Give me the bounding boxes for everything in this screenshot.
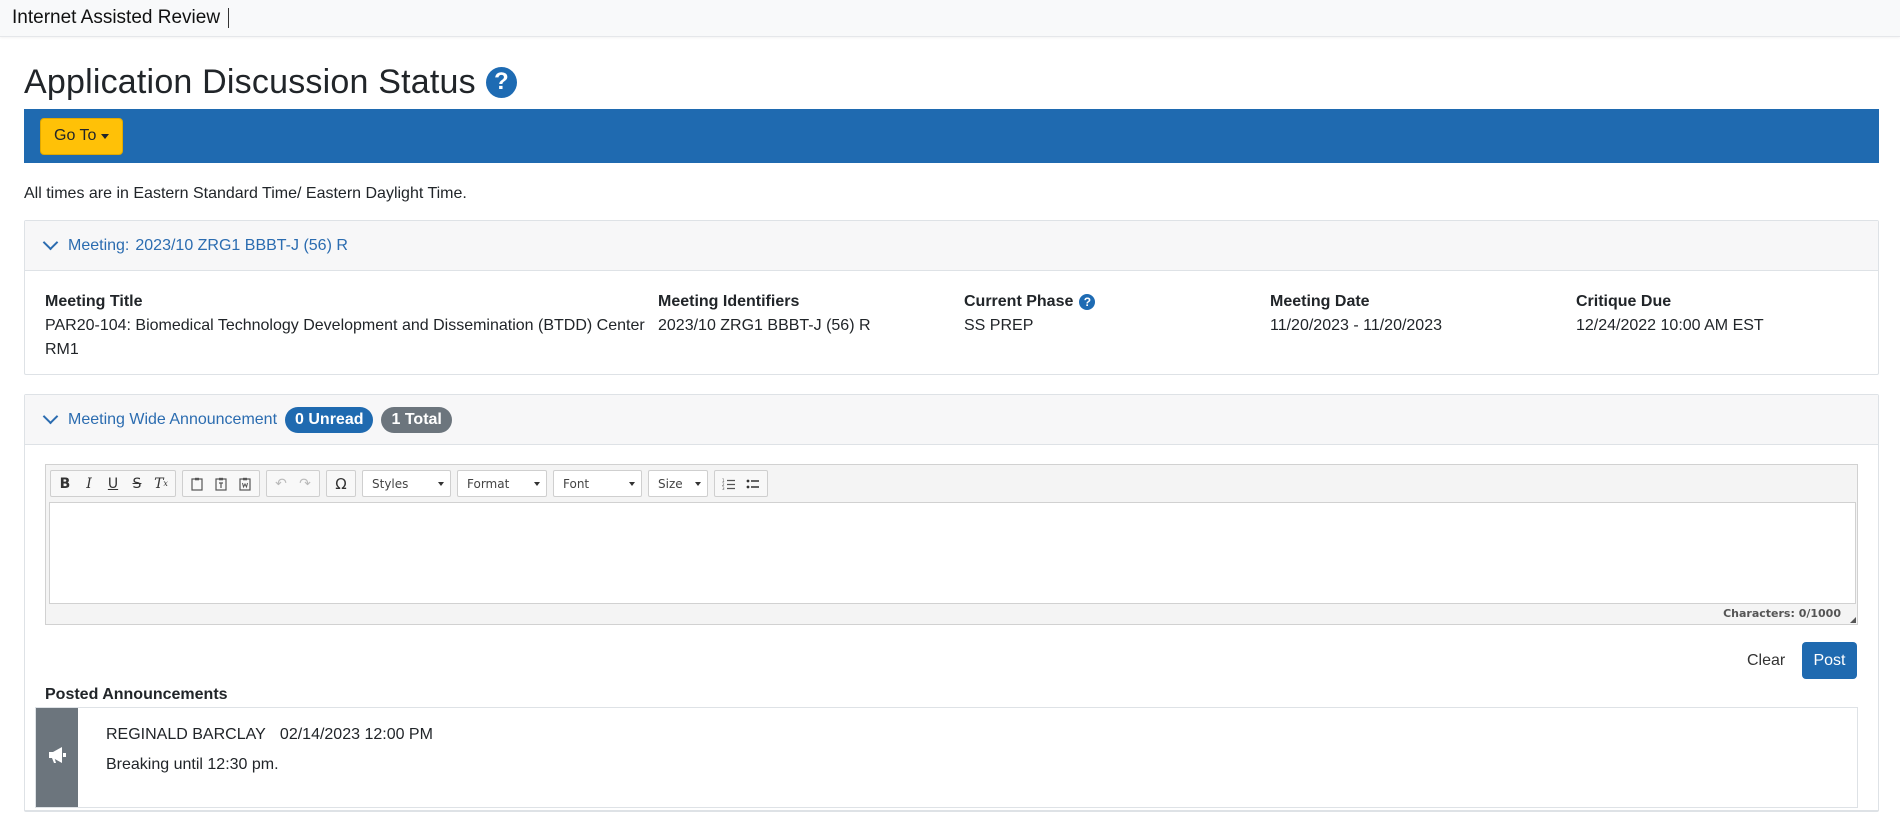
bulleted-list-icon[interactable]: [741, 471, 765, 496]
italic-icon[interactable]: I: [77, 471, 101, 496]
meeting-title-field: Meeting Title PAR20-104: Biomedical Tech…: [45, 290, 645, 362]
numbered-list-icon[interactable]: 123: [717, 471, 741, 496]
current-phase-value: SS PREP: [964, 317, 1034, 334]
caret-down-icon: [438, 481, 444, 486]
goto-dropdown-button[interactable]: Go To: [40, 117, 124, 155]
styles-dropdown[interactable]: Styles: [362, 470, 451, 497]
megaphone-icon: [47, 746, 67, 769]
post-button[interactable]: Post: [1802, 642, 1857, 679]
announcement-text-area[interactable]: [49, 502, 1856, 604]
caret-down-icon: [629, 481, 635, 486]
timezone-note: All times are in Eastern Standard Time/ …: [24, 185, 467, 202]
meeting-date-value: 11/20/2023 - 11/20/2023: [1270, 317, 1442, 334]
meeting-header-label: Meeting:: [68, 236, 130, 254]
question-circle-icon[interactable]: ?: [1079, 294, 1096, 310]
bold-icon[interactable]: B: [53, 471, 77, 496]
paste-text-icon[interactable]: [209, 471, 233, 496]
remove-format-icon[interactable]: Tx: [149, 471, 173, 496]
critique-due-value: 12/24/2022 10:00 AM EST: [1576, 317, 1764, 334]
omega-icon[interactable]: Ω: [329, 471, 353, 496]
clipboard-group: [182, 470, 260, 497]
font-dropdown-label: Font: [563, 476, 590, 491]
caret-down-icon: [534, 481, 540, 486]
meeting-identifiers-field: Meeting Identifiers 2023/10 ZRG1 BBBT-J …: [658, 290, 871, 338]
meeting-card-header[interactable]: Meeting: 2023/10 ZRG1 BBBT-J (56) R: [25, 221, 1878, 271]
announcement-date: 02/14/2023 12:00 PM: [279, 726, 433, 743]
format-dropdown-label: Format: [467, 476, 510, 491]
character-count: Characters: 0/1000: [1723, 607, 1841, 620]
editor-toolbar: B I U S Tx ↶ ↷ Ω Styles Format Font Size…: [46, 465, 1857, 502]
announcement-header-label: Meeting Wide Announcement: [68, 410, 278, 428]
meeting-identifiers-value: 2023/10 ZRG1 BBBT-J (56) R: [658, 317, 871, 334]
bottom-divider: [24, 810, 1879, 811]
font-dropdown[interactable]: Font: [553, 470, 642, 497]
page-content: Application Discussion Status ? Go To Al…: [24, 56, 1879, 812]
title-separator: [228, 8, 230, 28]
text-style-group: B I U S Tx: [50, 470, 176, 497]
announcement-card-header[interactable]: Meeting Wide Announcement 0 Unread 1 Tot…: [25, 395, 1878, 445]
undo-icon[interactable]: ↶: [269, 471, 293, 496]
current-phase-label-row: Current Phase ?: [964, 290, 1096, 314]
critique-due-field: Critique Due 12/24/2022 10:00 AM EST: [1576, 290, 1764, 338]
format-dropdown[interactable]: Format: [457, 470, 547, 497]
meeting-card: Meeting: 2023/10 ZRG1 BBBT-J (56) R Meet…: [24, 220, 1879, 375]
strikethrough-icon[interactable]: S: [125, 471, 149, 496]
meeting-title-value-line1: PAR20-104: Biomedical Technology Develop…: [45, 317, 645, 334]
size-dropdown[interactable]: Size: [648, 470, 708, 497]
meeting-header-value: 2023/10 ZRG1 BBBT-J (56) R: [135, 236, 348, 254]
current-phase-label: Current Phase: [964, 293, 1074, 310]
page-title: Application Discussion Status: [24, 62, 476, 101]
question-circle-icon[interactable]: ?: [485, 66, 517, 98]
navigation-bar: Go To: [24, 109, 1879, 163]
special-char-group: Ω: [326, 470, 356, 497]
underline-icon[interactable]: U: [101, 471, 125, 496]
rich-text-editor: B I U S Tx ↶ ↷ Ω Styles Format Font Size…: [45, 464, 1858, 625]
meeting-title-label: Meeting Title: [45, 293, 143, 310]
top-bar: Internet Assisted Review: [0, 0, 1900, 37]
app-title[interactable]: Internet Assisted Review: [12, 7, 220, 29]
clear-button[interactable]: Clear: [1747, 642, 1785, 679]
meeting-date-label: Meeting Date: [1270, 293, 1370, 310]
announcement-author: REGINALD BARCLAY: [106, 726, 266, 743]
goto-label: Go To: [54, 127, 97, 144]
total-badge: 1 Total: [381, 406, 452, 433]
list-group: 123: [714, 470, 768, 497]
styles-dropdown-label: Styles: [372, 476, 409, 491]
meeting-details: Meeting Title PAR20-104: Biomedical Tech…: [25, 271, 1878, 374]
meeting-date-field: Meeting Date 11/20/2023 - 11/20/2023: [1270, 290, 1442, 338]
paste-word-icon[interactable]: [233, 471, 257, 496]
announcement-item: REGINALD BARCLAY 02/14/2023 12:00 PM Bre…: [35, 707, 1858, 808]
unread-badge: 0 Unread: [285, 406, 374, 433]
resize-handle-icon[interactable]: [1850, 617, 1856, 623]
caret-down-icon: [695, 481, 701, 486]
page-heading: Application Discussion Status ?: [24, 56, 1879, 108]
svg-text:3: 3: [722, 486, 725, 490]
paste-icon[interactable]: [185, 471, 209, 496]
chevron-down-icon: [42, 408, 59, 425]
meeting-title-value-line2: RM1: [45, 341, 79, 358]
meeting-identifiers-label: Meeting Identifiers: [658, 293, 800, 310]
current-phase-field: Current Phase ? SS PREP: [964, 290, 1096, 338]
size-dropdown-label: Size: [658, 476, 683, 491]
redo-icon[interactable]: ↷: [293, 471, 317, 496]
posted-announcements-title: Posted Announcements: [45, 686, 228, 703]
announcement-meta: REGINALD BARCLAY 02/14/2023 12:00 PM: [106, 726, 433, 744]
announcement-side-bar: [36, 708, 78, 807]
chevron-down-icon: [42, 234, 59, 251]
announcement-card: Meeting Wide Announcement 0 Unread 1 Tot…: [24, 394, 1879, 812]
undo-redo-group: ↶ ↷: [266, 470, 320, 497]
caret-down-icon: [101, 133, 110, 139]
announcement-message: Breaking until 12:30 pm.: [106, 756, 279, 773]
critique-due-label: Critique Due: [1576, 293, 1672, 310]
